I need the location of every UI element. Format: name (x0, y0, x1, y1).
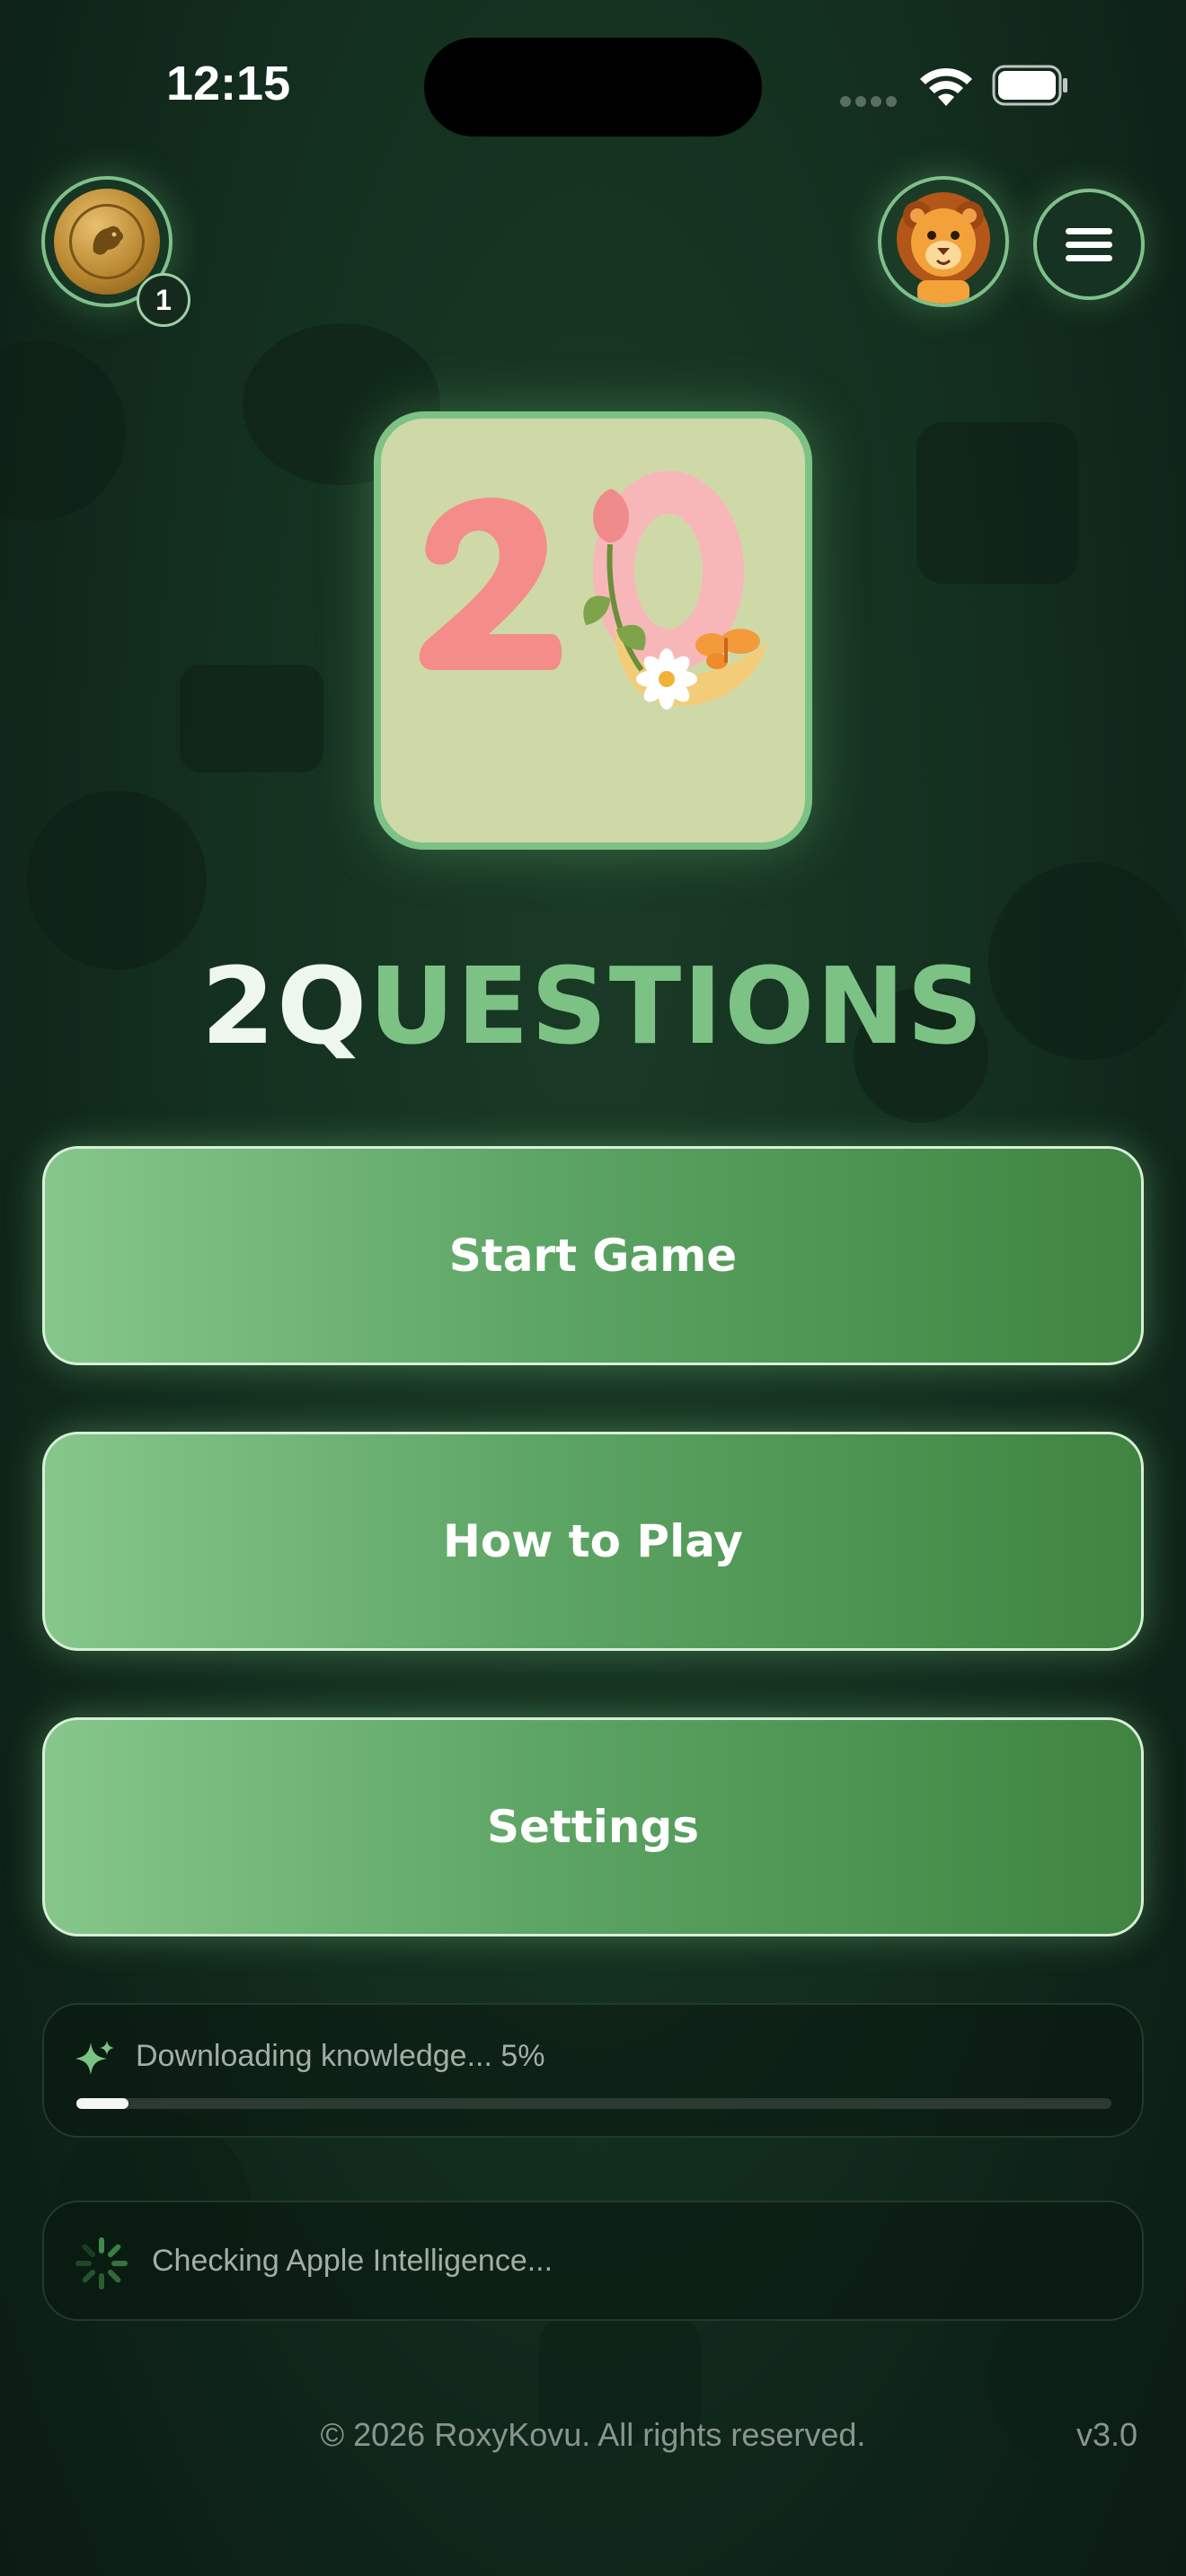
spinner-icon (75, 2237, 128, 2289)
how-to-play-button[interactable]: How to Play (42, 1432, 1144, 1651)
start-game-button[interactable]: Start Game (42, 1146, 1144, 1365)
cellular-signal-icon (840, 93, 903, 107)
title-lead: 2Q (200, 944, 369, 1068)
animal-emblem-icon (93, 225, 123, 255)
main-menu-screen: 12:15 1 2QUESTIONS Start Game How to Pla… (0, 0, 1186, 2576)
menu-icon-line (1066, 227, 1112, 234)
coin-emblem (69, 204, 145, 279)
settings-button[interactable]: Settings (42, 1717, 1144, 1936)
download-progress-fill (76, 2098, 128, 2109)
background-doodle (916, 422, 1078, 584)
app-logo (374, 411, 812, 850)
title-rest: UESTIONS (368, 944, 986, 1068)
battery-icon (992, 65, 1067, 106)
menu-button[interactable] (1033, 189, 1145, 300)
wifi-icon (920, 67, 972, 106)
menu-icon-line (1066, 241, 1112, 248)
coin-count-badge: 1 (137, 273, 190, 327)
download-status-text: Downloading knowledge... 5% (136, 2039, 545, 2073)
dynamic-island (424, 38, 762, 137)
status-time: 12:15 (166, 57, 291, 110)
sparkle-icon (76, 2041, 114, 2075)
version-text: v3.0 (1076, 2416, 1138, 2453)
ai-check-status-text: Checking Apple Intelligence... (152, 2244, 553, 2278)
copyright-text: © 2026 RoxyKovu. All rights reserved. (320, 2416, 866, 2453)
menu-icon-line (1066, 254, 1112, 261)
app-title: 2QUESTIONS (0, 943, 1186, 1069)
lion-illustration (897, 192, 990, 304)
background-doodle (0, 341, 126, 521)
logo-illustration (419, 471, 767, 710)
coin-icon (54, 189, 160, 295)
download-progress-bar (76, 2098, 1111, 2109)
ai-check-panel: Checking Apple Intelligence... (42, 2201, 1144, 2321)
lion-avatar-icon[interactable] (878, 176, 1009, 307)
download-progress-panel: Downloading knowledge... 5% (42, 2003, 1144, 2138)
background-doodle (180, 665, 323, 772)
